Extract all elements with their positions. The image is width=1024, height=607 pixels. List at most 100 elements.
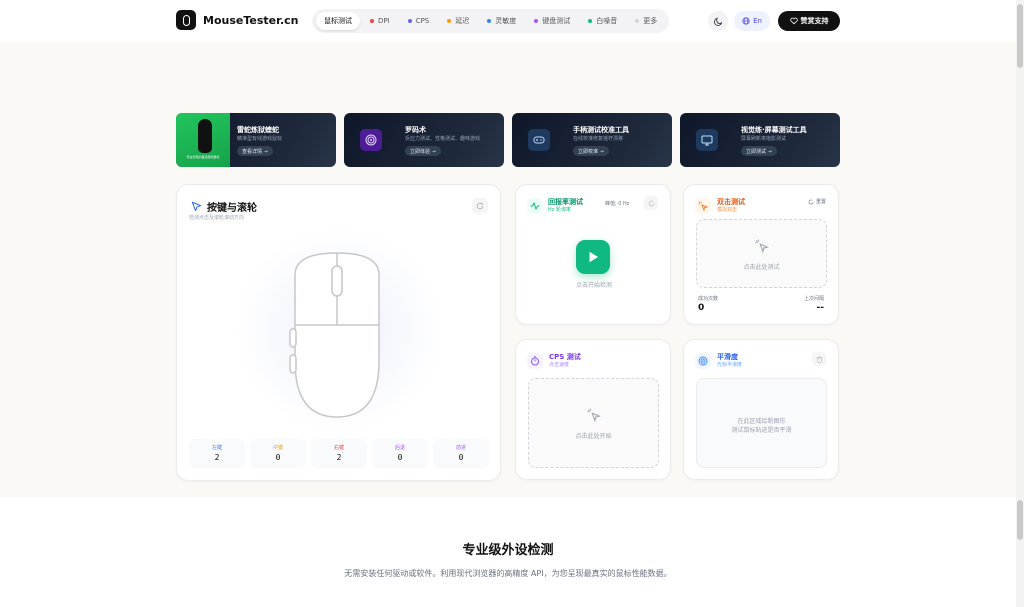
card-subtitle: 点击速度 <box>549 362 570 368</box>
product-image: 专业玩家的首选游戏鼠标 <box>176 113 230 167</box>
stat-middle: 中键 0 <box>250 439 306 468</box>
nav-label: DPI <box>378 17 390 25</box>
promo-sub: 在线校准修复摇杆漂移 <box>573 136 624 142</box>
card-subtitle: 光标平滑度 <box>717 362 743 368</box>
dot-icon <box>534 19 539 23</box>
logo[interactable]: MouseTester.cn <box>176 10 299 30</box>
section-description: 无需安装任何驱动或软件。利用现代浏览器的高精度 API，为您呈现最真实的鼠标性能… <box>344 569 672 578</box>
start-button[interactable] <box>576 240 610 274</box>
nav-item-mouse-test[interactable]: 鼠标测试 <box>316 12 360 30</box>
nav-item-white-noise[interactable]: 白噪音 <box>580 12 625 30</box>
interval-label: 上次间隔 <box>803 296 824 302</box>
target-icon <box>360 129 382 151</box>
features-section: 专业级外设检测 无需安装任何驱动或软件。利用现代浏览器的高精度 API，为您呈现… <box>0 497 1016 607</box>
stat-label: 前进 <box>455 445 466 451</box>
success-value: 0 <box>698 303 705 313</box>
draw-canvas[interactable]: 在此区域绘制图形 测试鼠标轨迹是否平滑 <box>696 378 827 468</box>
nav-label: 灵敏度 <box>495 17 517 25</box>
heart-icon <box>789 17 798 25</box>
dot-icon <box>447 19 452 23</box>
nav-label: 白噪音 <box>596 17 618 25</box>
promo-sub: 屏幕刷新率拖影测试 <box>741 136 787 142</box>
peak-readout: 峰值: 0 Hz <box>605 201 630 207</box>
stat-label: 右键 <box>333 445 344 451</box>
area-hint: 点击此处测试 <box>743 264 780 271</box>
stat-value: 0 <box>397 453 403 462</box>
reset-button[interactable]: 重置 <box>808 198 826 205</box>
canvas-hint-1: 在此区域绘制图形 <box>737 418 786 425</box>
promo-card-luomashu[interactable]: 罗码术 反应力测试、性格测试、趣味游戏 立即体验 → <box>344 113 504 167</box>
promo-button[interactable]: 立即体验 → <box>405 146 441 156</box>
gamepad-icon <box>528 129 550 151</box>
activity-icon <box>527 198 543 214</box>
polling-rate-card: 回报率测试 Hz 轮询率 峰值: 0 Hz 点击开始检测 <box>515 184 671 325</box>
reset-button[interactable] <box>472 198 488 214</box>
promo-sub: 反应力测试、性格测试、趣味游戏 <box>405 136 481 142</box>
refresh-icon <box>476 202 484 210</box>
buttons-wheel-card: 按键与滚轮 检测点击及滚轮滚动方向 <box>176 184 501 481</box>
promo-button[interactable]: 立即测试 → <box>741 146 777 156</box>
timer-icon <box>527 353 543 369</box>
nav-label: 键盘测试 <box>542 17 571 25</box>
scrollbar-thumb-secondary[interactable] <box>1017 500 1023 540</box>
stat-forward: 前进 0 <box>433 439 489 468</box>
nav-item-more[interactable]: 更多 <box>627 12 665 30</box>
promo-title: 雷蛇炼狱蝰蛇 <box>237 126 279 134</box>
promo-title: 手柄测试校准工具 <box>573 126 629 134</box>
nav-item-keyboard[interactable]: 键盘测试 <box>526 12 578 30</box>
section-title: 专业级外设检测 <box>462 543 554 558</box>
reset-button[interactable] <box>644 196 658 210</box>
clear-button[interactable] <box>812 352 826 366</box>
theme-toggle-button[interactable] <box>708 11 728 31</box>
start-hint: 点击开始检测 <box>575 282 612 289</box>
moon-icon <box>713 17 722 26</box>
promo-card-razer[interactable]: 专业玩家的首选游戏鼠标 雷蛇炼狱蝰蛇 精准型有线游戏鼠标 查看详情 → <box>176 113 336 167</box>
top-header: MouseTester.cn 鼠标测试 DPI CPS 延迟 灵敏度 键盘测试 … <box>0 0 1016 42</box>
scrollbar[interactable] <box>1016 0 1024 607</box>
mouse-logo-icon <box>176 10 196 30</box>
smoothness-card: 平滑度 光标平滑度 在此区域绘制图形 测试鼠标轨迹是否平滑 <box>683 339 839 480</box>
cps-card: CPS 测试 点击速度 点击此处开始 <box>515 339 671 480</box>
card-subtitle: 检测点击及滚轮滚动方向 <box>189 215 245 221</box>
nav-item-cps[interactable]: CPS <box>400 13 438 29</box>
card-title: 按键与滚轮 <box>207 203 257 214</box>
stat-value: 0 <box>275 453 281 462</box>
monitor-icon <box>696 129 718 151</box>
refresh-icon <box>648 200 654 206</box>
success-label: 成功次数 <box>698 296 719 302</box>
promo-sub: 精准型有线游戏鼠标 <box>237 136 283 142</box>
nav-label: 鼠标测试 <box>324 17 352 25</box>
card-subtitle: 模拟双击 <box>717 207 738 213</box>
double-click-area[interactable]: 点击此处测试 <box>696 219 827 288</box>
promo-button[interactable]: 查看详情 → <box>237 146 273 156</box>
product-caption: 专业玩家的首选游戏鼠标 <box>186 155 220 159</box>
nav-label: CPS <box>415 17 430 25</box>
promo-title: 罗码术 <box>405 126 426 134</box>
stat-left: 左键 2 <box>189 439 245 468</box>
dot-icon <box>635 19 640 23</box>
card-subtitle: Hz 轮询率 <box>548 207 571 213</box>
promo-card-screen-test[interactable]: 视觉练·屏幕测试工具 屏幕刷新率拖影测试 立即测试 → <box>680 113 840 167</box>
cursor-click-icon <box>587 408 601 422</box>
stat-value: 2 <box>214 453 220 462</box>
mouse-product-icon <box>198 119 212 153</box>
language-label: En <box>753 17 762 25</box>
scrollbar-thumb[interactable] <box>1017 4 1023 68</box>
stat-value: 2 <box>336 453 342 462</box>
cps-click-area[interactable]: 点击此处开始 <box>528 378 659 468</box>
stat-label: 左键 <box>211 445 222 451</box>
promo-button[interactable]: 立即校准 → <box>573 146 609 156</box>
stat-label: 后退 <box>394 445 405 451</box>
globe-icon <box>742 17 750 25</box>
play-icon <box>589 251 598 263</box>
area-hint: 点击此处开始 <box>575 433 612 440</box>
refresh-icon <box>808 199 814 204</box>
nav-item-dpi[interactable]: DPI <box>362 13 398 29</box>
nav-item-latency[interactable]: 延迟 <box>439 12 477 30</box>
promo-card-gamepad[interactable]: 手柄测试校准工具 在线校准修复摇杆漂移 立即校准 → <box>512 113 672 167</box>
donate-button[interactable]: 赞赏支持 <box>778 11 840 31</box>
click-burst-icon <box>695 198 711 214</box>
nav-item-sensitivity[interactable]: 灵敏度 <box>479 12 524 30</box>
language-button[interactable]: En <box>734 11 770 31</box>
donate-label: 赞赏支持 <box>800 17 829 25</box>
